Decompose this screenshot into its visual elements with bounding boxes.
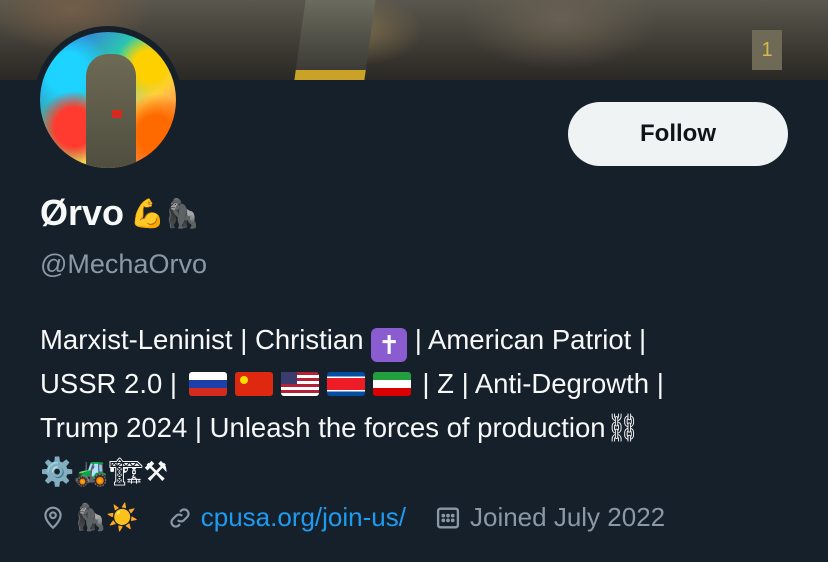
- latin-cross-emoji: ✝: [371, 328, 408, 362]
- bio-line-4: ⚙️🚜🏗⚒: [40, 456, 169, 488]
- username-handle: @MechaOrvo: [40, 249, 207, 279]
- banner-machine: [294, 0, 376, 80]
- profile-bio: Marxist-Leninist | Christian ✝ | America…: [40, 318, 800, 494]
- calendar-icon: [436, 507, 460, 528]
- location: 🦍☀️: [40, 503, 139, 533]
- display-name: Ørvo: [40, 192, 125, 233]
- avatar-soldier: [86, 54, 136, 168]
- profile-meta: 🦍☀️ cpusa.org/join-us/ Joined July 2022: [40, 502, 693, 533]
- avatar[interactable]: [40, 32, 176, 168]
- location-pin-icon: [44, 506, 62, 529]
- link-icon: [170, 507, 190, 528]
- follow-button[interactable]: Follow: [568, 102, 788, 166]
- banner-number: 1: [752, 30, 782, 70]
- join-date-text: Joined July 2022: [469, 502, 666, 532]
- website-link[interactable]: cpusa.org/join-us/: [201, 502, 406, 533]
- location-text: 🦍☀️: [74, 502, 139, 533]
- usa-flag-icon: [280, 372, 319, 396]
- display-name-emoji: 💪🦍: [130, 196, 200, 230]
- china-flag-icon: [234, 372, 273, 396]
- join-date: Joined July 2022: [434, 502, 665, 533]
- russia-flag-icon: [188, 372, 227, 396]
- bio-line-3: Trump 2024 | Unleash the forces of produ…: [40, 412, 641, 443]
- north-korea-flag-icon: [326, 372, 365, 396]
- bio-line-1: Marxist-Leninist | Christian ✝ | America…: [40, 324, 647, 362]
- display-name-row: Ørvo 💪🦍: [40, 192, 200, 234]
- website[interactable]: cpusa.org/join-us/: [167, 502, 406, 533]
- bio-line-2: USSR 2.0 | | Z | Anti-Degrowth |: [40, 368, 664, 399]
- iran-flag-icon: [372, 372, 411, 396]
- avatar-flag-patch: [112, 110, 122, 118]
